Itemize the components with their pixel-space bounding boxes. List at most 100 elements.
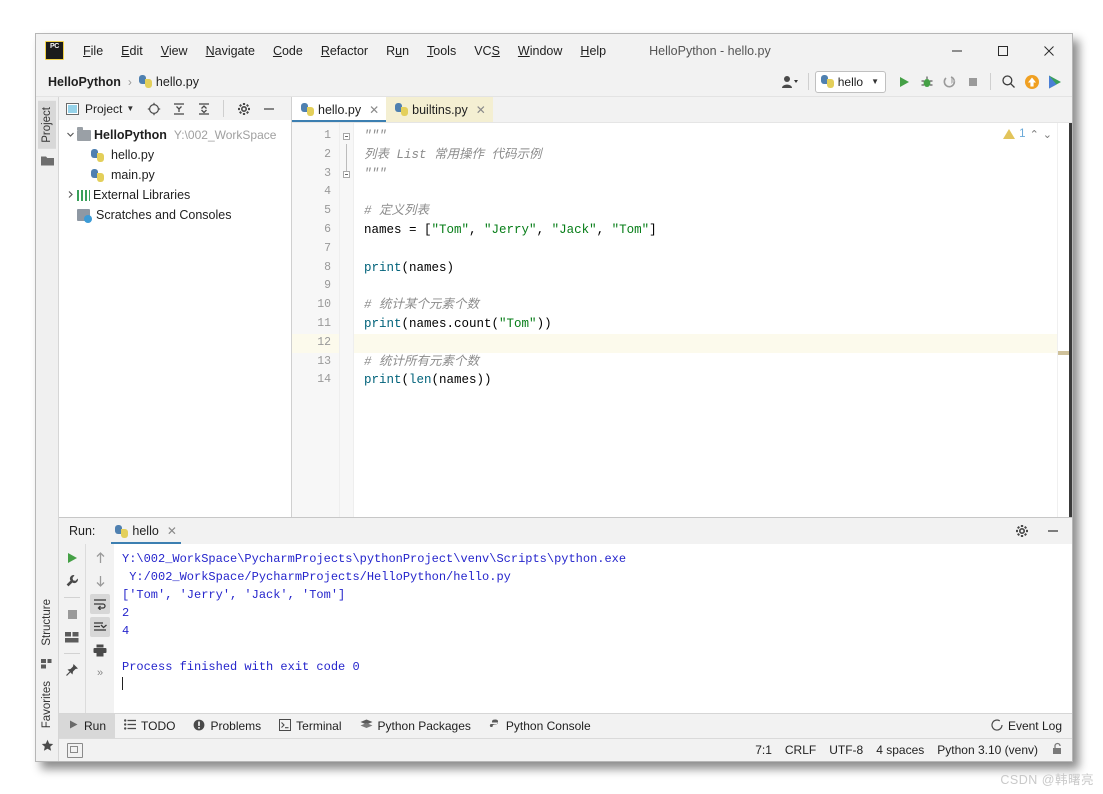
code-line[interactable]: """: [364, 127, 1057, 146]
code-line[interactable]: # 统计某个元素个数: [364, 296, 1057, 315]
unlocked-icon[interactable]: [1051, 742, 1064, 758]
sidebar-item-project[interactable]: Project: [38, 101, 56, 149]
show-tool-windows-icon[interactable]: [67, 742, 83, 758]
next-highlight-icon[interactable]: ⌄: [1043, 128, 1052, 141]
status-indent[interactable]: 4 spaces: [876, 743, 924, 757]
print-icon[interactable]: [90, 640, 110, 660]
bottom-tab-terminal[interactable]: Terminal: [270, 714, 350, 738]
menu-tools[interactable]: Tools: [418, 41, 465, 61]
previous-highlight-icon[interactable]: ⌃: [1030, 128, 1039, 141]
close-icon[interactable]: ✕: [369, 103, 379, 117]
gutter-line-number[interactable]: 11: [292, 315, 339, 334]
close-icon[interactable]: ✕: [167, 524, 177, 538]
gutter-line-number[interactable]: 7: [292, 240, 339, 259]
fold-marker-end[interactable]: [343, 171, 350, 178]
tab-builtins-py[interactable]: builtins.py ✕: [386, 97, 493, 122]
sidebar-item-favorites[interactable]: Favorites: [38, 675, 56, 734]
tree-node-scratches[interactable]: Scratches and Consoles: [59, 205, 291, 225]
gutter-line-number[interactable]: 8: [292, 259, 339, 278]
code-line[interactable]: [354, 333, 1057, 353]
gutter-line-number[interactable]: 3: [292, 165, 339, 184]
chevron-down-icon[interactable]: [63, 130, 77, 141]
run-configuration-selector[interactable]: hello ▼: [814, 70, 886, 93]
tab-hello-py[interactable]: hello.py ✕: [292, 97, 387, 122]
search-everywhere-icon[interactable]: [997, 70, 1020, 93]
rerun-icon[interactable]: [62, 548, 82, 568]
code-line[interactable]: names = ["Tom", "Jerry", "Jack", "Tom"]: [364, 221, 1057, 240]
locate-icon[interactable]: [142, 97, 165, 120]
gutter-line-number[interactable]: 9: [292, 277, 339, 296]
code-line[interactable]: print(len(names)): [364, 371, 1057, 390]
menu-refactor[interactable]: Refactor: [312, 41, 377, 61]
status-interpreter[interactable]: Python 3.10 (venv): [937, 743, 1038, 757]
close-button[interactable]: [1026, 34, 1072, 67]
editor-gutter[interactable]: 1 2 3 4 5 6 7 8 9 10 11 12 13 14: [292, 123, 340, 517]
hide-icon[interactable]: [1041, 520, 1064, 543]
run-coverage-icon[interactable]: [938, 70, 961, 93]
run-tab-hello[interactable]: hello ✕: [111, 518, 182, 544]
bottom-tab-todo[interactable]: TODO: [115, 714, 184, 738]
breadcrumb-file[interactable]: hello.py: [138, 75, 199, 89]
menu-vcs[interactable]: VCS: [465, 41, 509, 61]
menu-edit[interactable]: Edit: [112, 41, 152, 61]
gutter-line-number[interactable]: 6: [292, 221, 339, 240]
wrench-icon[interactable]: [62, 571, 82, 591]
console-caret[interactable]: [122, 676, 1072, 694]
stop-icon[interactable]: [961, 70, 984, 93]
chevron-down-icon[interactable]: ▼: [126, 104, 134, 113]
gutter-line-number[interactable]: 2: [292, 146, 339, 165]
editor-fold-column[interactable]: [340, 123, 354, 517]
code-line[interactable]: print(names): [364, 259, 1057, 278]
layout-icon[interactable]: [62, 627, 82, 647]
expand-all-icon[interactable]: [167, 97, 190, 120]
menu-view[interactable]: View: [152, 41, 197, 61]
debug-icon[interactable]: [915, 70, 938, 93]
scroll-to-end-icon[interactable]: [90, 617, 110, 637]
editor-area[interactable]: 1 2 3 4 5 6 7 8 9 10 11 12 13 14 """ 列表 List 常用操作 代码示例…: [292, 122, 1072, 517]
update-project-icon[interactable]: [1020, 70, 1043, 93]
close-icon[interactable]: ✕: [476, 103, 486, 117]
gutter-line-number[interactable]: 5: [292, 202, 339, 221]
event-log-button[interactable]: Event Log: [991, 718, 1062, 734]
menu-file[interactable]: File: [74, 41, 112, 61]
down-arrow-icon[interactable]: [90, 571, 110, 591]
minimize-button[interactable]: [934, 34, 980, 67]
expand-more-icon[interactable]: »: [90, 663, 110, 683]
ide-features-trainer-icon[interactable]: [1043, 70, 1066, 93]
bottom-tab-problems[interactable]: Problems: [184, 714, 270, 738]
sidebar-item-structure[interactable]: Structure: [38, 593, 56, 652]
bottom-tab-python-console[interactable]: Python Console: [480, 714, 600, 738]
editor-marker-bar[interactable]: [1057, 123, 1072, 517]
maximize-button[interactable]: [980, 34, 1026, 67]
menu-help[interactable]: Help: [571, 41, 615, 61]
code-line[interactable]: [364, 277, 1057, 296]
gutter-line-number[interactable]: 14: [292, 371, 339, 390]
bottom-tab-run[interactable]: Run: [59, 714, 116, 738]
code-line[interactable]: [364, 240, 1057, 259]
status-caret-position[interactable]: 7:1: [755, 743, 772, 757]
run-icon[interactable]: [892, 70, 915, 93]
code-line[interactable]: 列表 List 常用操作 代码示例: [364, 146, 1057, 165]
menu-code[interactable]: Code: [264, 41, 312, 61]
tree-node-external-libraries[interactable]: External Libraries: [59, 185, 291, 205]
breadcrumb-project[interactable]: HelloPython: [48, 75, 121, 89]
settings-gear-icon[interactable]: [1010, 520, 1033, 543]
menu-window[interactable]: Window: [509, 41, 571, 61]
settings-gear-icon[interactable]: [232, 97, 255, 120]
chevron-right-icon[interactable]: [63, 190, 77, 201]
run-console-output[interactable]: Y:\002_WorkSpace\PycharmProjects\pythonP…: [114, 544, 1072, 713]
pin-icon[interactable]: [62, 660, 82, 680]
tree-node-main-py[interactable]: main.py: [59, 165, 291, 185]
gutter-line-number[interactable]: 10: [292, 296, 339, 315]
menu-run[interactable]: Run: [377, 41, 418, 61]
tree-node-hello-py[interactable]: hello.py: [59, 145, 291, 165]
code-line[interactable]: [364, 183, 1057, 202]
code-line[interactable]: """: [364, 165, 1057, 184]
inspection-widget[interactable]: 1 ⌃ ⌄: [1003, 123, 1058, 145]
up-arrow-icon[interactable]: [90, 548, 110, 568]
status-encoding[interactable]: UTF-8: [829, 743, 863, 757]
soft-wrap-icon[interactable]: [90, 594, 110, 614]
gutter-line-number[interactable]: 1: [292, 127, 339, 146]
gutter-line-number[interactable]: 13: [292, 353, 339, 372]
collapse-all-icon[interactable]: [192, 97, 215, 120]
